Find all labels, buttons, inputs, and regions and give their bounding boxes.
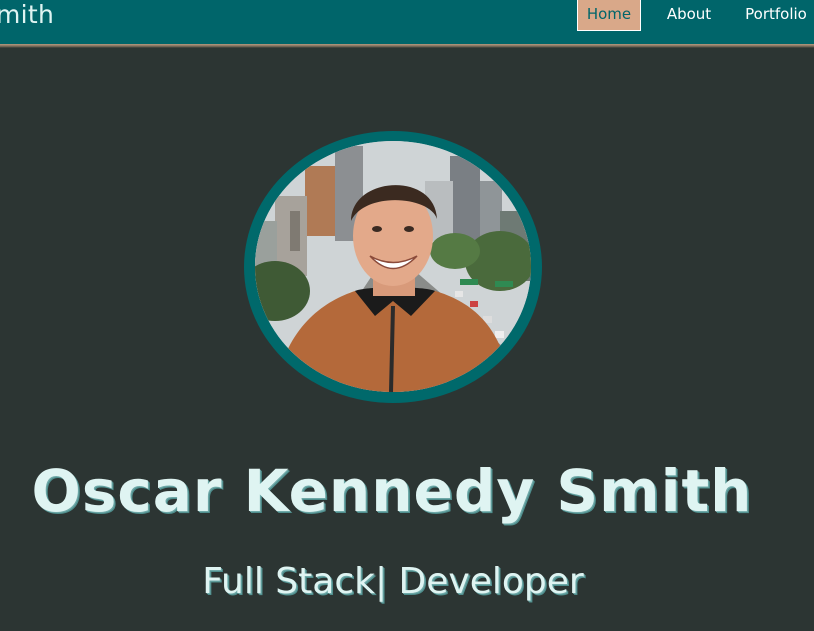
profile-photo	[255, 141, 531, 392]
nav-link-home[interactable]: Home	[577, 0, 641, 31]
nav-link-portfolio[interactable]: Portfolio	[738, 0, 814, 31]
nav-link-about[interactable]: About	[656, 0, 722, 31]
hero-name-heading: Oscar Kennedy Smith	[31, 457, 753, 525]
navbar-divider	[0, 44, 814, 48]
top-navbar: mith Home About Portfolio	[0, 0, 814, 44]
site-brand[interactable]: mith	[0, 0, 54, 30]
hero-role-subtitle: Full Stack| Developer	[202, 561, 584, 602]
